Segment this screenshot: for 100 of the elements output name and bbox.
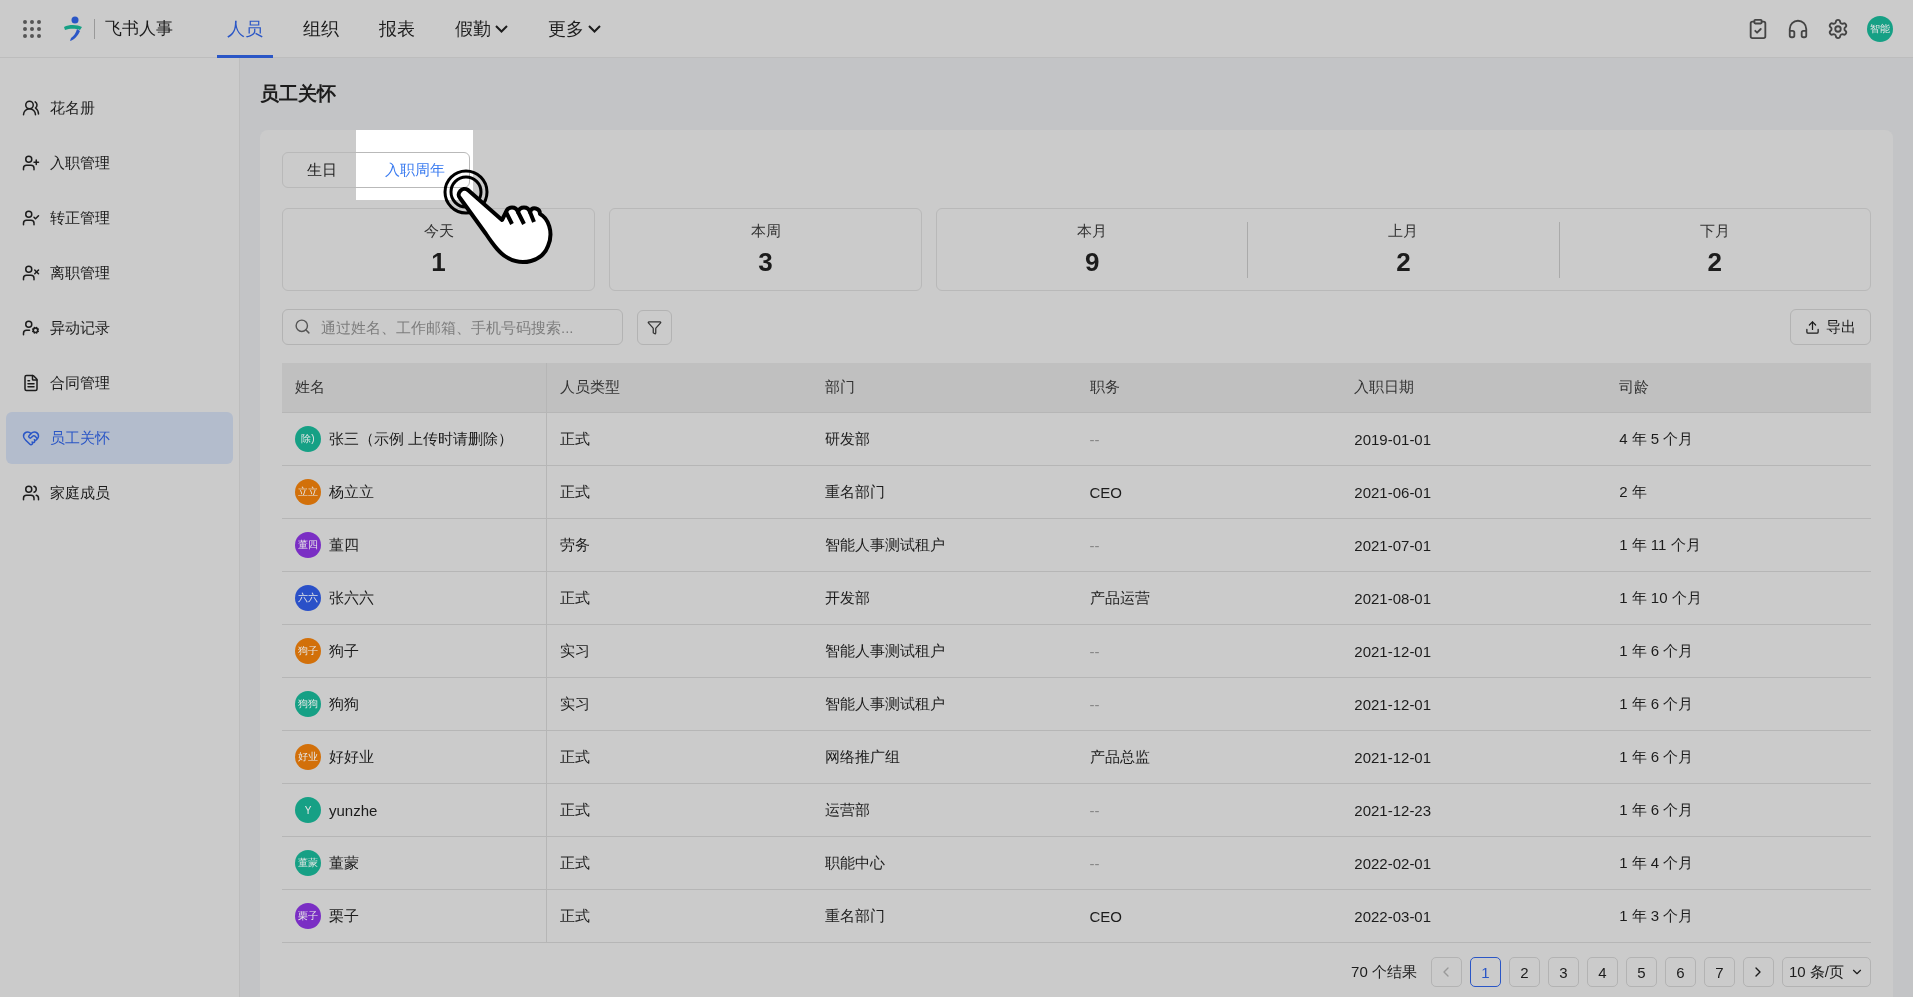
filter-icon [647,319,662,335]
stat-value: 2 [1396,246,1411,278]
column-header: 司龄 [1619,378,1650,397]
sidebar-item[interactable]: 入职管理 [6,137,233,189]
table-cell: 2021-12-01 [1354,748,1432,766]
page-button[interactable]: 4 [1586,957,1618,987]
person-avatar: 狗子 [295,638,321,664]
table-cell: 正式 [559,747,590,767]
person-avatar: Y [295,797,321,823]
page-button[interactable]: 7 [1703,957,1735,987]
upload-icon [1805,319,1820,335]
table-cell: 张六六 [329,588,374,608]
result-count: 70 个结果 [1351,962,1417,982]
sidebar-item[interactable]: 异动记录 [6,302,233,354]
table-cell: 栗子 [329,906,359,926]
page-button[interactable]: 6 [1664,957,1696,987]
table-cell: 正式 [559,853,590,873]
page-button[interactable]: 3 [1547,957,1579,987]
table-cell: 2 年 [1619,482,1647,502]
stat-label: 本月 [1077,221,1108,241]
table-cell: 正式 [559,588,590,608]
table-cell: 1 年 11 个月 [1619,535,1701,555]
stat-label: 上月 [1388,221,1419,241]
settings-icon[interactable] [1827,17,1849,40]
table-cell: 4 年 5 个月 [1619,429,1694,449]
export-button[interactable]: 导出 [1790,309,1871,345]
column-header: 部门 [824,378,855,397]
table-cell: 2022-03-01 [1354,907,1432,925]
stat-value: 9 [1084,246,1100,278]
table-cell: 产品总监 [1089,747,1150,767]
stat-value: 3 [758,246,773,278]
table-cell: -- [1089,695,1100,713]
segment-tab[interactable]: 入职周年 [361,153,469,187]
table-cell: 2021-12-01 [1354,642,1432,660]
nav-tab[interactable]: 假勤 [445,0,518,58]
logo-icon [62,15,84,42]
table-cell: 正式 [559,800,590,820]
table-cell: 2021-07-01 [1354,536,1432,554]
table-cell: 重名部门 [824,482,885,502]
table-cell: CEO [1089,907,1122,925]
stat-value: 1 [431,246,446,278]
filter-button[interactable] [637,309,672,345]
next-page-button[interactable] [1742,957,1774,987]
table-cell: 2022-02-01 [1354,854,1432,872]
stat-label: 下月 [1699,221,1730,241]
app-name: 飞书人事 [94,18,173,39]
table-cell: 好好业 [329,747,374,767]
table-cell: 2021-06-01 [1354,483,1432,501]
page-button[interactable]: 1 [1469,957,1501,987]
segment-tab[interactable]: 生日 [283,153,361,187]
sidebar-item[interactable]: 家庭成员 [6,467,233,519]
sidebar-label: 转正管理 [50,208,110,228]
sidebar-item[interactable]: 离职管理 [6,247,233,299]
sidebar-label: 合同管理 [50,373,110,393]
table-cell: 重名部门 [824,906,885,926]
page-size-select[interactable]: 10 条/页 [1781,957,1871,987]
table-cell: 网络推广组 [824,747,900,767]
nav-tab[interactable]: 报表 [369,0,425,58]
table-cell: 2021-12-01 [1354,695,1432,713]
table-cell: 劳务 [559,535,590,555]
sidebar-item[interactable]: 员工关怀 [6,412,233,464]
table-cell: -- [1089,430,1100,448]
table-cell: 职能中心 [824,853,885,873]
sidebar-label: 家庭成员 [50,483,110,503]
sidebar-label: 离职管理 [50,263,110,283]
table-cell: 智能人事测试租户 [824,535,945,555]
sidebar-item[interactable]: 转正管理 [6,192,233,244]
page-button[interactable]: 5 [1625,957,1657,987]
page-button[interactable]: 2 [1508,957,1540,987]
sidebar-item[interactable]: 合同管理 [6,357,233,409]
table-cell: 2021-08-01 [1354,589,1432,607]
stat-label: 本周 [750,221,781,241]
headset-icon[interactable] [1787,17,1809,40]
search-icon [294,318,311,335]
table-cell: 正式 [559,429,590,449]
column-header: 人员类型 [559,378,620,397]
table-cell: 杨立立 [329,482,374,502]
table-cell: 1 年 6 个月 [1619,800,1694,820]
person-avatar: 董四 [295,532,321,558]
table-cell: -- [1089,536,1100,554]
person-avatar: 六六 [295,585,321,611]
table-cell: 狗狗 [329,694,359,714]
person-avatar: 董蒙 [295,850,321,876]
table-cell: -- [1089,854,1100,872]
table-cell: 董蒙 [329,853,359,873]
table-cell: 1 年 6 个月 [1619,747,1694,767]
person-avatar: 好业 [295,744,321,770]
sidebar-item[interactable]: 花名册 [6,82,233,134]
table-cell: 实习 [559,694,590,714]
search-field[interactable]: 通过姓名、工作邮箱、手机号码搜索... [282,309,623,345]
table-cell: 2019-01-01 [1354,430,1432,448]
column-header: 入职日期 [1354,378,1415,397]
table-cell: 智能人事测试租户 [824,641,945,661]
nav-tab[interactable]: 组织 [293,0,349,58]
stat-label: 今天 [423,221,454,241]
clipboard-check-icon[interactable] [1747,17,1769,40]
column-header: 职务 [1089,378,1120,397]
nav-tab[interactable]: 更多 [538,0,611,58]
table-cell: 1 年 6 个月 [1619,694,1694,714]
stat-value: 2 [1707,246,1723,278]
